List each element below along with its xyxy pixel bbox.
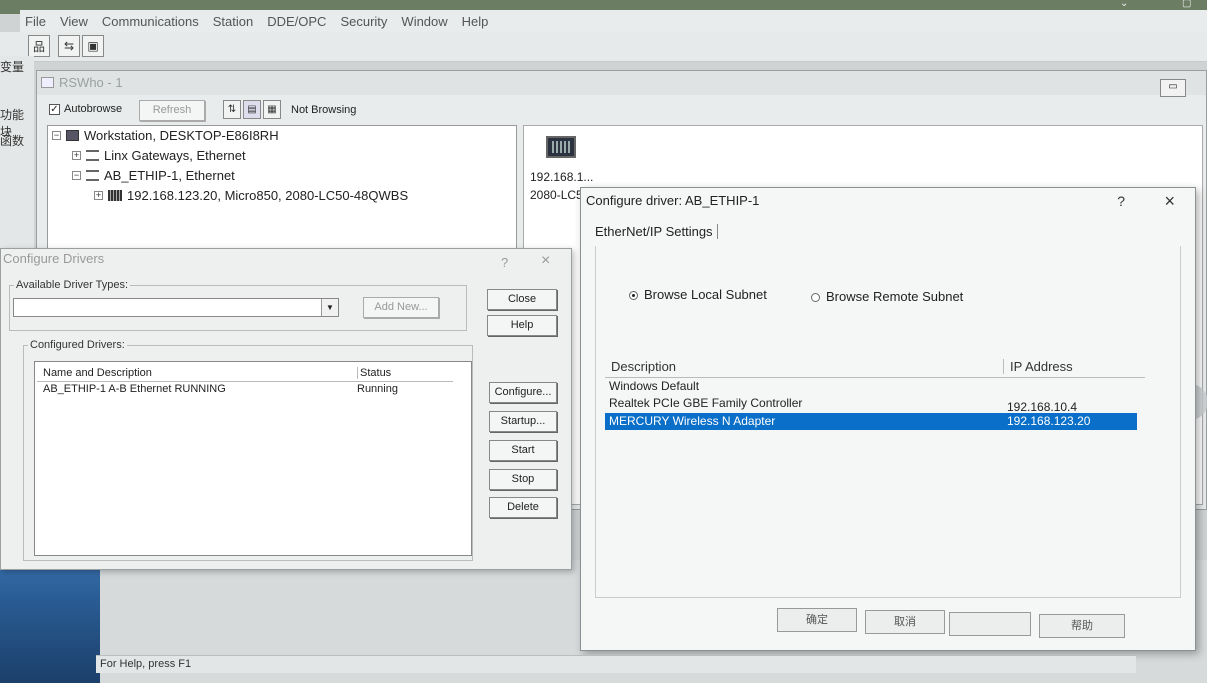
help-button[interactable]: 帮助 (1039, 614, 1125, 638)
close-button[interactable]: Close (487, 289, 557, 310)
menu-security[interactable]: Security (340, 14, 387, 29)
tree-linx-gateways[interactable]: + Linx Gateways, Ethernet (72, 148, 246, 163)
configure-drivers-dialog: Configure Drivers ? × Available Driver T… (0, 248, 572, 570)
close-icon[interactable]: × (1164, 191, 1175, 212)
configure-driver-title: Configure driver: AB_ETHIP-1 (586, 193, 760, 208)
adapters-header: Description IP Address (605, 356, 1145, 378)
driver-row-status: Running (357, 383, 398, 395)
menu-dde-opc[interactable]: DDE/OPC (267, 14, 326, 29)
driver-type-select[interactable]: ▼ (13, 298, 339, 317)
tree-micro850-label: 192.168.123.20, Micro850, 2080-LC50-48QW… (127, 188, 409, 203)
help-button[interactable]: Help (487, 315, 557, 336)
radio-unselected-icon (811, 293, 820, 302)
configured-drivers-list[interactable]: Name and Description Status AB_ETHIP-1 A… (34, 361, 472, 556)
configure-driver-dialog: Configure driver: AB_ETHIP-1 ? × EtherNe… (580, 187, 1196, 651)
tab-ethernet-ip-settings[interactable]: EtherNet/IP Settings (595, 224, 718, 239)
add-new-button[interactable]: Add New... (363, 297, 439, 318)
browse-local-label: Browse Local Subnet (644, 287, 767, 302)
adapter-description: Realtek PCIe GBE Family Controller (609, 396, 803, 410)
rswho-toolbar: ✓ Autobrowse Refresh ⇅ ▤ ▦ Not Browsing (39, 99, 1206, 123)
apply-button[interactable] (949, 612, 1031, 636)
start-button[interactable]: Start (489, 440, 557, 461)
rswho-titlebar: RSWho - 1 (37, 71, 1206, 95)
close-icon[interactable]: × (541, 252, 550, 270)
radio-selected-icon (629, 291, 638, 300)
stop-button[interactable]: Stop (489, 469, 557, 490)
configured-drivers-legend: Configured Drivers: (30, 339, 125, 351)
adapter-ip: 192.168.123.20 (1007, 414, 1091, 428)
functions-label: 函数 (0, 134, 25, 148)
col-name-description[interactable]: Name and Description (43, 367, 152, 379)
ok-button[interactable]: 确定 (777, 608, 857, 632)
network-icon (86, 150, 99, 161)
tree-linx-gateways-label: Linx Gateways, Ethernet (104, 148, 246, 163)
help-icon[interactable]: ? (1117, 193, 1125, 209)
delete-button[interactable]: Delete (489, 497, 557, 518)
menu-window[interactable]: Window (401, 14, 447, 29)
available-drivers-legend: Available Driver Types: (16, 279, 129, 291)
menu-help[interactable]: Help (462, 14, 489, 29)
help-icon[interactable]: ? (501, 255, 508, 270)
adapter-ip: 192.168.10.4 (1007, 400, 1078, 414)
adapter-description: Windows Default (609, 379, 700, 393)
network-icon[interactable]: 品 (28, 35, 50, 57)
adapter-row[interactable]: Realtek PCIe GBE Family Controller 192.1… (605, 395, 1137, 414)
network-adapters-list[interactable]: Description IP Address Windows Default R… (605, 356, 1145, 486)
chevron-down-icon[interactable]: ⌄ (1120, 0, 1128, 9)
module-icon[interactable]: ▣ (82, 35, 104, 57)
check-icon: ✓ (49, 103, 60, 115)
menu-station[interactable]: Station (213, 14, 253, 29)
cancel-button[interactable]: 取消 (865, 610, 945, 634)
maximize-icon[interactable]: ▢ (1182, 0, 1191, 9)
browse-remote-label: Browse Remote Subnet (826, 289, 964, 304)
list-header: Name and Description Status (37, 367, 453, 382)
configure-drivers-title: Configure Drivers (3, 251, 105, 266)
driver-row-name[interactable]: AB_ETHIP-1 A-B Ethernet RUNNING (43, 383, 226, 395)
expand-icon[interactable]: + (72, 151, 81, 160)
browse-status: Not Browsing (291, 104, 357, 116)
browse-tree-icon[interactable]: ⇅ (223, 100, 241, 119)
menu-view[interactable]: View (60, 14, 88, 29)
main-toolbar: 品 ⇆ ▣ (0, 32, 1207, 62)
rswho-window-icon (41, 77, 54, 88)
chevron-down-icon[interactable]: ▼ (321, 299, 338, 316)
tree-micro850[interactable]: + 192.168.123.20, Micro850, 2080-LC50-48… (94, 188, 408, 203)
details-view-icon[interactable]: ▦ (263, 100, 281, 119)
tree-ab-ethip-label: AB_ETHIP-1, Ethernet (104, 168, 235, 183)
adapter-row[interactable]: Windows Default (605, 378, 1137, 395)
collapse-icon[interactable]: − (52, 131, 61, 140)
collapse-icon[interactable]: − (72, 171, 81, 180)
list-view-icon[interactable]: ▤ (243, 100, 261, 119)
startup-button[interactable]: Startup... (489, 411, 557, 432)
configure-button[interactable]: Configure... (489, 382, 557, 403)
adapter-row-selected[interactable]: MERCURY Wireless N Adapter 192.168.123.2… (605, 413, 1137, 430)
expand-icon[interactable]: + (94, 191, 103, 200)
browse-remote-subnet-radio[interactable]: Browse Remote Subnet (811, 289, 963, 304)
autobrowse-checkbox[interactable]: ✓ Autobrowse (49, 103, 122, 115)
menu-bar: File View Communications Station DDE/OPC… (20, 10, 1207, 32)
tree-workstation-label: Workstation, DESKTOP-E86I8RH (84, 128, 279, 143)
col-description[interactable]: Description (611, 359, 676, 374)
network-icon (86, 170, 99, 181)
minimize-icon[interactable]: ▭ (1160, 79, 1186, 97)
configure-drivers-icon[interactable]: ⇆ (58, 35, 80, 57)
browse-local-subnet-radio[interactable]: Browse Local Subnet (629, 287, 767, 302)
tree-workstation[interactable]: − Workstation, DESKTOP-E86I8RH (52, 128, 279, 143)
status-bar: For Help, press F1 (96, 655, 1136, 673)
col-ip-address[interactable]: IP Address (1003, 359, 1073, 374)
refresh-button[interactable]: Refresh (139, 100, 205, 121)
adapter-description: MERCURY Wireless N Adapter (609, 414, 776, 428)
device-model-label: 2080-LC5 (530, 188, 583, 202)
plc-device-icon[interactable] (546, 136, 576, 158)
menu-file[interactable]: File (25, 14, 46, 29)
device-ip-label: 192.168.1... (530, 170, 594, 184)
menu-communications[interactable]: Communications (102, 14, 199, 29)
tree-ab-ethip[interactable]: − AB_ETHIP-1, Ethernet (72, 168, 235, 183)
computer-icon (66, 130, 79, 141)
col-status[interactable]: Status (357, 367, 391, 379)
rswho-title: RSWho - 1 (59, 75, 123, 90)
variables-label: 变量 (0, 60, 25, 74)
autobrowse-label: Autobrowse (64, 103, 123, 115)
plc-icon (108, 190, 122, 201)
